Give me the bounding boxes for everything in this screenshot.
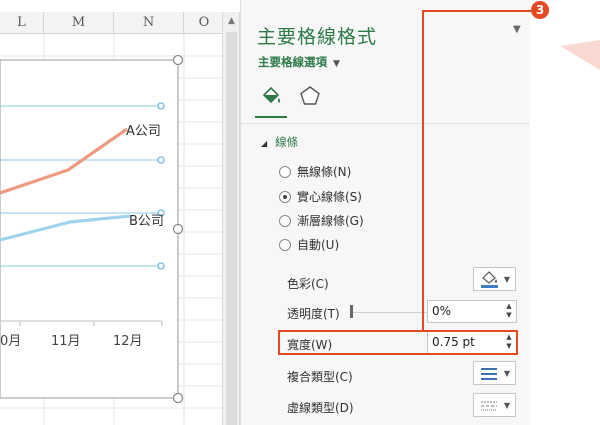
radio-circle[interactable] xyxy=(279,191,291,203)
dropdown-arrow-icon: ▼ xyxy=(503,369,510,378)
x-tick-label: 12月 xyxy=(113,334,143,349)
chart-area[interactable] xyxy=(0,0,224,425)
radio-gradient-line[interactable]: 漸層線條(G) xyxy=(279,212,364,230)
radio-solid-line[interactable]: 實心線條(S) xyxy=(279,188,362,206)
radio-circle[interactable] xyxy=(279,215,291,227)
fill-line-icon xyxy=(262,86,280,104)
collapse-triangle-icon: ◢ xyxy=(261,139,268,148)
callout-step-badge: 3 xyxy=(531,1,549,19)
effects-tab[interactable] xyxy=(298,84,322,108)
series-b-label: B公司 xyxy=(129,214,164,229)
compound-type-button[interactable]: ▼ xyxy=(473,361,516,385)
section-title: 線條 xyxy=(275,135,299,149)
spreadsheet-area: L M N O A公司 B公司 0月 11月 12月 xyxy=(0,0,224,425)
radio-no-line[interactable]: 無線條(N) xyxy=(279,163,351,181)
radio-circle[interactable] xyxy=(279,239,291,251)
dash-type-label: 虛線類型(D) xyxy=(287,401,354,415)
dash-lines-icon xyxy=(481,401,497,411)
transparency-slider-thumb[interactable] xyxy=(350,305,353,318)
transparency-slider-track[interactable] xyxy=(351,312,429,313)
scroll-thumb[interactable] xyxy=(226,32,237,425)
options-label: 主要格線選項 xyxy=(258,55,327,69)
radio-label: 實心線條(S) xyxy=(297,190,362,204)
radio-circle[interactable] xyxy=(279,166,291,178)
fill-line-tab[interactable] xyxy=(259,84,283,108)
transparency-label: 透明度(T) xyxy=(287,307,340,321)
radio-label: 無線條(N) xyxy=(297,165,352,179)
compound-lines-icon xyxy=(481,368,497,380)
dash-type-button[interactable]: ▼ xyxy=(473,393,516,417)
active-tab-indicator xyxy=(255,116,287,118)
callout-connector-line xyxy=(422,10,531,330)
scroll-up-arrow-icon[interactable]: ▲ xyxy=(223,12,240,30)
x-tick-label: 0月 xyxy=(0,334,22,349)
radio-label: 漸層線條(G) xyxy=(297,214,364,228)
vertical-scrollbar[interactable]: ▲ xyxy=(222,12,240,425)
gridline-options-dropdown[interactable]: 主要格線選項 ▼ xyxy=(258,54,340,70)
series-a-label: A公司 xyxy=(126,124,161,139)
pane-title: 主要格線格式 xyxy=(257,26,378,48)
caret-down-icon: ▼ xyxy=(333,59,340,69)
dropdown-arrow-icon: ▼ xyxy=(503,401,510,410)
width-highlight-box xyxy=(278,330,518,355)
compound-type-label: 複合類型(C) xyxy=(287,370,353,384)
line-section-header[interactable]: ◢ 線條 xyxy=(261,134,298,150)
color-label: 色彩(C) xyxy=(287,277,329,291)
effects-pentagon-icon xyxy=(300,86,320,105)
radio-label: 自動(U) xyxy=(297,238,340,252)
radio-automatic[interactable]: 自動(U) xyxy=(279,236,339,254)
decorative-wedge xyxy=(560,40,600,70)
chart-frame[interactable] xyxy=(0,59,179,399)
x-tick-label: 11月 xyxy=(51,334,81,349)
